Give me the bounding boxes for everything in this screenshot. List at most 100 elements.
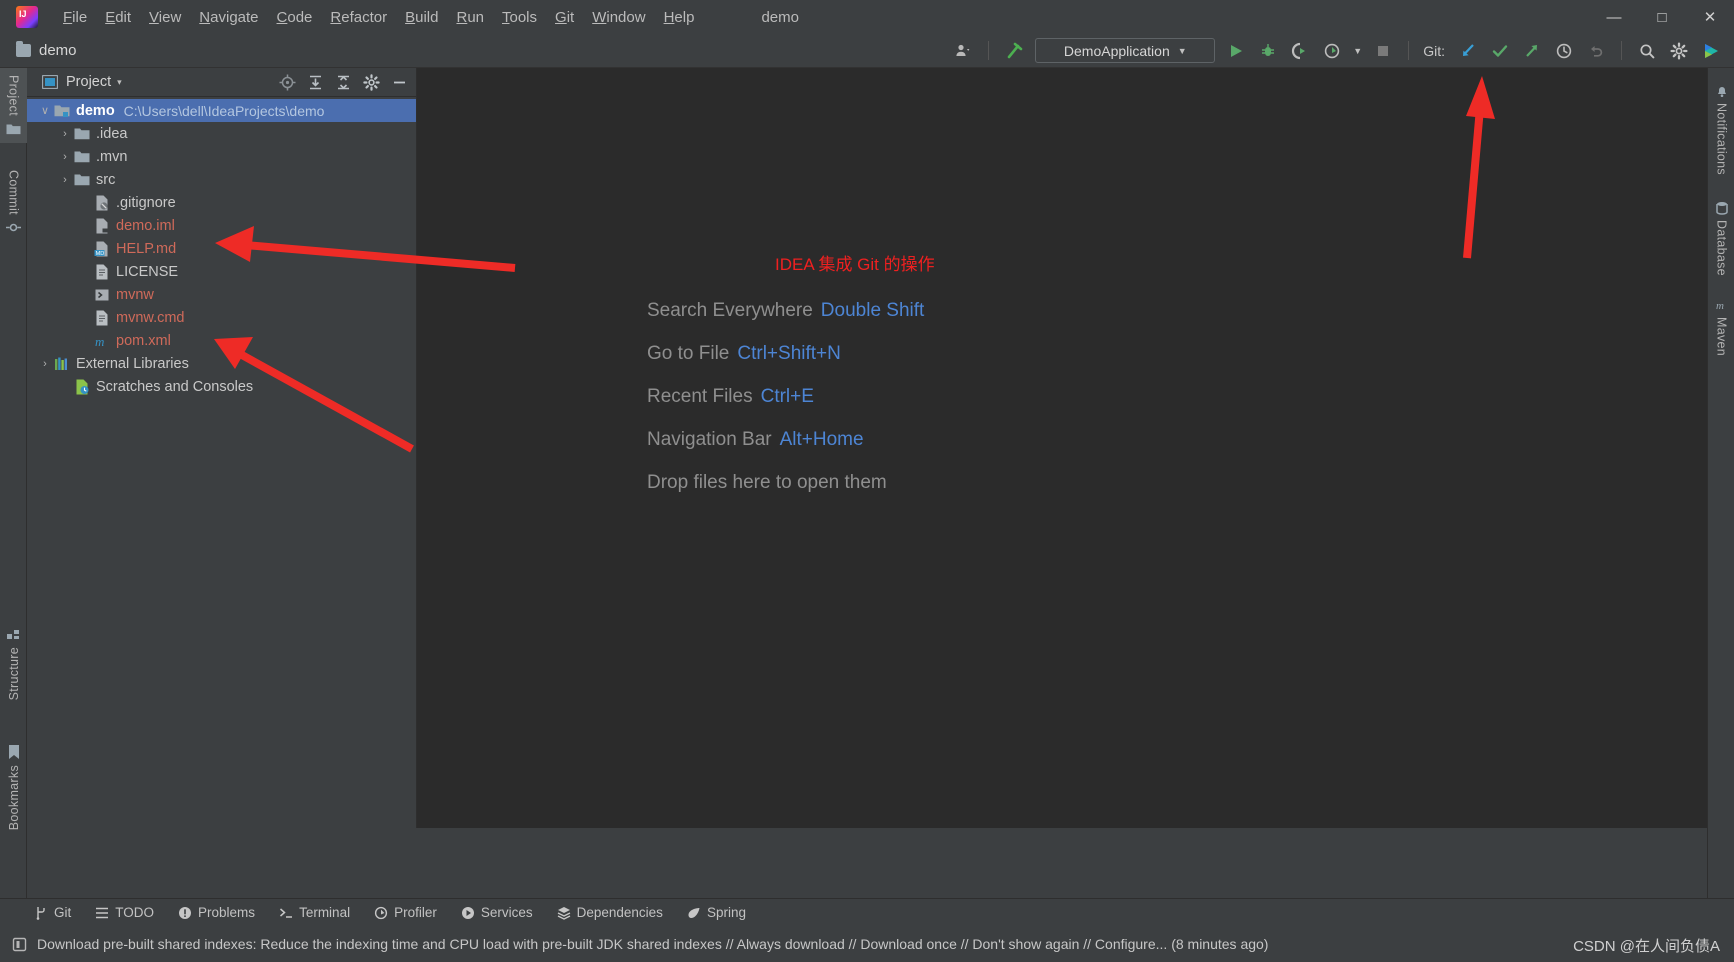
status-message[interactable]: Download pre-built shared indexes: Reduc… [37,936,1268,952]
hide-panel-icon[interactable] [391,74,408,91]
expand-chevron-icon[interactable]: › [37,358,53,370]
select-opened-file-icon[interactable] [279,74,296,91]
profiler-chevron-down-icon[interactable]: ▼ [1353,46,1362,56]
menu-build[interactable]: Build [396,5,447,30]
sidebar-item-notifications[interactable]: Notifications [1708,76,1734,182]
menu-window[interactable]: Window [583,5,654,30]
tool-window-terminal[interactable]: Terminal [279,905,350,920]
tool-window-todo[interactable]: TODO [95,905,154,920]
menu-edit[interactable]: Edit [96,5,140,30]
git-annotation-text: IDEA 集成 Git 的操作 [775,255,935,274]
tree-row--idea[interactable]: › .idea [27,122,416,145]
tree-row-mvnw-cmd[interactable]: mvnw.cmd [27,306,416,329]
markdown-file-icon: MD [93,240,110,257]
sidebar-item-project[interactable]: Project [0,68,27,144]
sidebar-item-structure-label: Structure [6,647,21,701]
sidebar-item-structure[interactable]: Structure [0,620,27,707]
tool-window-services[interactable]: Services [461,905,533,920]
run-with-coverage-icon[interactable] [1289,40,1311,62]
tree-row--gitignore[interactable]: .gitignore [27,191,416,214]
menu-navigate[interactable]: Navigate [190,5,267,30]
sidebar-item-maven[interactable]: m Maven [1708,290,1734,363]
services-play-icon [461,906,475,920]
menu-refactor[interactable]: Refactor [321,5,396,30]
menu-git[interactable]: Git [546,5,583,30]
git-commit-icon[interactable] [1489,40,1511,62]
tool-window-label: Profiler [394,905,437,920]
menu-code[interactable]: Code [268,5,322,30]
user-settings-icon[interactable] [952,40,974,62]
editor-hint-shortcut[interactable]: Ctrl+E [761,386,814,407]
menu-mnemonic: R [330,8,342,26]
sidebar-item-database-label: Database [1714,220,1729,276]
menu-view[interactable]: View [140,5,190,30]
tree-row-label: src [96,171,116,188]
tool-window-git[interactable]: Git [34,905,71,920]
tree-row-license[interactable]: LICENSE [27,260,416,283]
ide-services-icon[interactable] [1700,40,1722,62]
tree-row-scratches-and-consoles[interactable]: Scratches and Consoles [27,375,416,398]
tool-window-problems[interactable]: Problems [178,905,255,920]
menu-tools[interactable]: Tools [493,5,546,30]
settings-gear-icon[interactable] [1668,40,1690,62]
run-configuration-selector[interactable]: DemoApplication ▼ [1035,38,1216,63]
left-tool-strip: Project Commit Structure Bookmarks [0,68,27,901]
profiler-icon[interactable] [1321,40,1343,62]
git-history-icon[interactable] [1553,40,1575,62]
editor-hint-shortcut[interactable]: Double Shift [821,300,925,321]
expand-chevron-icon[interactable]: › [57,174,73,186]
menu-mnemonic: B [405,8,416,26]
editor-hint: Go to File Ctrl+Shift+N [647,343,924,365]
tree-row-external-libraries[interactable]: › External Libraries [27,352,416,375]
tree-row-help-md[interactable]: MD HELP.md [27,237,416,260]
menu-mnemonic: F [63,8,73,26]
editor-hint-label: Go to File [647,343,730,364]
sidebar-item-commit[interactable]: Commit [0,163,27,242]
git-push-icon[interactable] [1521,40,1543,62]
tree-row-label: External Libraries [76,355,189,372]
tree-row-label: demo [76,102,115,119]
git-update-icon[interactable] [1457,40,1479,62]
run-icon[interactable] [1225,40,1247,62]
expand-chevron-icon[interactable]: › [57,128,73,140]
chevron-down-icon[interactable]: ▾ [117,77,122,88]
tree-row-pom-xml[interactable]: m pom.xml [27,329,416,352]
minimize-button[interactable]: — [1590,0,1638,34]
menu-mnemonic: T [502,8,510,26]
tool-window-profiler[interactable]: Profiler [374,905,437,920]
notification-balloon-icon [12,937,27,952]
tree-row-demo-iml[interactable]: demo.iml [27,214,416,237]
build-hammer-icon[interactable] [1003,40,1025,62]
maximize-button[interactable]: □ [1638,0,1686,34]
search-icon[interactable] [1636,40,1658,62]
editor-hint-label: Drop files here to open them [647,472,887,493]
tool-window-dependencies[interactable]: Dependencies [557,905,663,920]
menu-label: ools [509,8,538,26]
expand-chevron-icon[interactable]: › [57,151,73,163]
tree-row-mvnw[interactable]: mvnw [27,283,416,306]
expand-chevron-icon[interactable]: ∨ [37,104,53,117]
iml-file-icon [93,217,110,234]
debug-icon[interactable] [1257,40,1279,62]
sidebar-item-database[interactable]: Database [1708,193,1734,283]
project-chip[interactable]: demo [16,41,77,59]
tree-row--mvn[interactable]: › .mvn [27,145,416,168]
menu-file[interactable]: File [54,5,96,30]
tree-row-path: C:\Users\dell\IdeaProjects\demo [123,102,325,119]
tree-row-label: pom.xml [116,332,171,349]
sidebar-item-bookmarks[interactable]: Bookmarks [0,738,27,837]
editor-hint-shortcut[interactable]: Ctrl+Shift+N [737,343,840,364]
project-tree[interactable]: ∨ demo C:\Users\dell\IdeaProjects\demo › .id… [27,97,416,398]
menu-label: un [467,8,484,26]
project-folder-icon [6,121,21,136]
menu-help[interactable]: Help [655,5,704,30]
settings-gear-icon[interactable] [363,73,380,91]
editor-hint-shortcut[interactable]: Alt+Home [780,429,864,450]
close-button[interactable]: ✕ [1686,0,1734,34]
expand-all-icon[interactable] [307,74,324,91]
tool-window-spring[interactable]: Spring [687,905,746,920]
collapse-all-icon[interactable] [335,74,352,91]
menu-run[interactable]: Run [447,5,493,30]
tree-row-src[interactable]: › src [27,168,416,191]
tree-row-demo[interactable]: ∨ demo C:\Users\dell\IdeaProjects\demo [27,99,416,122]
